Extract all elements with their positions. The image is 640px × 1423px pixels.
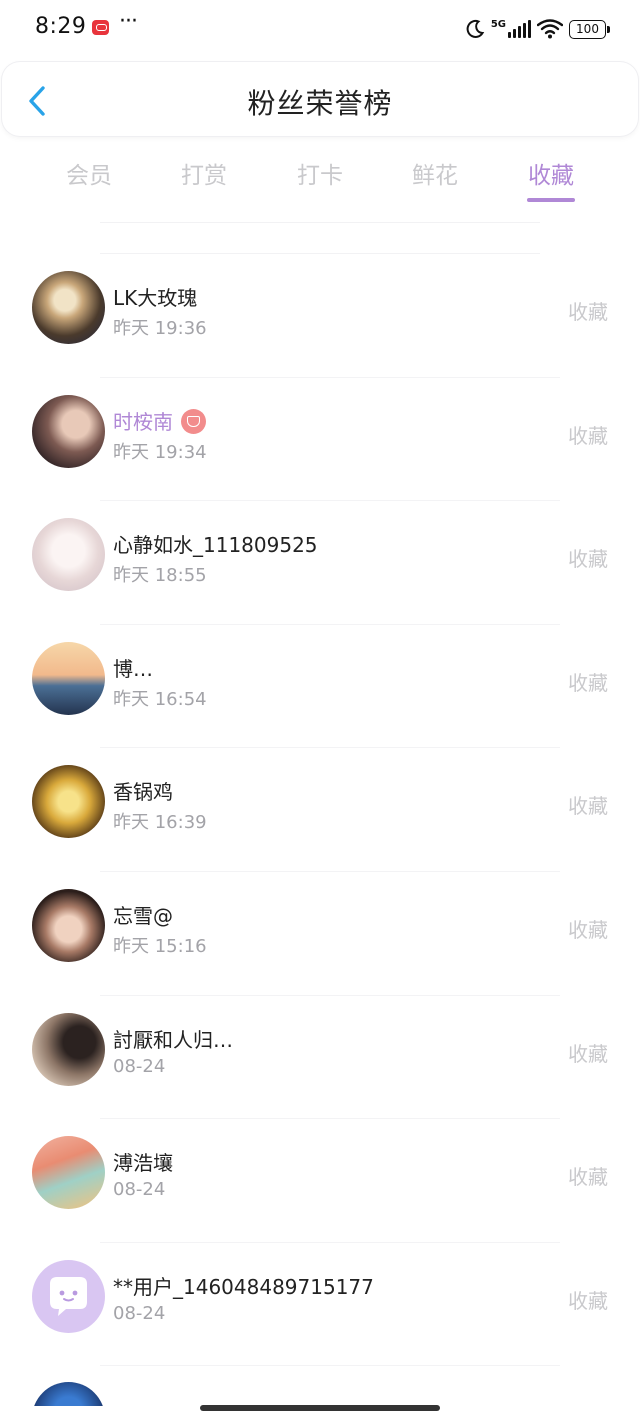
timestamp: 08-24 bbox=[113, 1055, 166, 1077]
chat-bubble-icon bbox=[50, 1276, 87, 1316]
chat-bubble-avatar-icon[interactable] bbox=[32, 1259, 105, 1333]
username: 心静如水_111809525 bbox=[113, 533, 318, 558]
avatar[interactable] bbox=[32, 1382, 105, 1407]
list-item[interactable]: 香锅鸡 昨天 16:39 收藏 bbox=[0, 748, 640, 872]
signal-icon bbox=[508, 20, 531, 38]
tab-checkin[interactable]: 打卡 bbox=[285, 148, 355, 204]
list-item[interactable]: 忘雪@ 昨天 15:16 收藏 bbox=[0, 872, 640, 996]
list-item[interactable]: 心静如水_111809525 昨天 18:55 收藏 bbox=[0, 501, 640, 625]
username: 溥浩壤 bbox=[113, 1151, 173, 1176]
moon-icon bbox=[466, 19, 485, 38]
tab-rewards[interactable]: 打赏 bbox=[169, 148, 239, 204]
more-notifications-indicator: ··· bbox=[119, 9, 138, 34]
active-tab-indicator bbox=[527, 198, 575, 202]
timestamp: 昨天 16:54 bbox=[113, 688, 207, 710]
page-title: 粉丝荣誉榜 bbox=[247, 87, 393, 120]
timestamp: 昨天 16:39 bbox=[113, 812, 207, 834]
action-label: 收藏 bbox=[568, 547, 608, 572]
home-indicator[interactable] bbox=[200, 1405, 440, 1411]
battery-icon: 100 bbox=[569, 19, 610, 39]
app-notification-icon bbox=[92, 20, 109, 35]
action-label: 收藏 bbox=[568, 1041, 608, 1066]
timestamp: 昨天 18:55 bbox=[113, 565, 207, 587]
tab-favorites[interactable]: 收藏 bbox=[516, 148, 586, 204]
action-label: 收藏 bbox=[568, 1288, 608, 1313]
page-header: 粉丝荣誉榜 bbox=[2, 62, 638, 136]
list-item-partial[interactable] bbox=[0, 1366, 640, 1407]
tab-bar: 会员 打赏 打卡 鲜花 收藏 bbox=[32, 148, 608, 204]
action-label: 收藏 bbox=[568, 670, 608, 695]
timestamp: 08-24 bbox=[113, 1302, 166, 1324]
avatar[interactable] bbox=[32, 1136, 105, 1210]
avatar[interactable] bbox=[32, 394, 105, 468]
avatar[interactable] bbox=[32, 518, 105, 592]
network-type: 5G bbox=[490, 18, 506, 30]
timestamp: 昨天 15:16 bbox=[113, 935, 207, 957]
username: 博… bbox=[113, 656, 153, 681]
diamond-badge-icon bbox=[181, 408, 206, 434]
avatar[interactable] bbox=[32, 888, 105, 962]
username: **用户_146048489715177 bbox=[113, 1274, 374, 1299]
status-bar: 8:29 ··· 5G 100 bbox=[0, 0, 640, 58]
username: 时桉南 bbox=[113, 406, 206, 435]
tab-label: 打卡 bbox=[297, 163, 343, 189]
action-label: 收藏 bbox=[568, 794, 608, 819]
timestamp: 昨天 19:36 bbox=[113, 318, 207, 339]
action-label: 收藏 bbox=[568, 1165, 608, 1190]
list-item[interactable]: 討厭和人归… 08-24 收藏 bbox=[0, 996, 640, 1120]
tab-label: 鲜花 bbox=[412, 163, 458, 189]
timestamp: 08-24 bbox=[113, 1179, 166, 1201]
favorites-list: LK大玫瑰 昨天 19:36 收藏 时桉南 昨天 19:34 收藏 心静如水_1… bbox=[0, 254, 640, 1407]
avatar[interactable] bbox=[32, 1012, 105, 1086]
list-item[interactable]: 时桉南 昨天 19:34 收藏 bbox=[0, 378, 640, 502]
tab-label: 打赏 bbox=[181, 163, 227, 189]
tab-label: 会员 bbox=[66, 163, 112, 189]
tab-flowers[interactable]: 鲜花 bbox=[400, 148, 470, 204]
username: 香锅鸡 bbox=[113, 780, 173, 805]
status-time: 8:29 bbox=[35, 14, 87, 39]
username-text: 时桉南 bbox=[113, 409, 173, 434]
avatar[interactable] bbox=[32, 641, 105, 715]
username: LK大玫瑰 bbox=[113, 286, 198, 310]
avatar[interactable] bbox=[32, 765, 105, 839]
list-item[interactable]: **用户_146048489715177 08-24 收藏 bbox=[0, 1243, 640, 1367]
username: 討厭和人归… bbox=[113, 1027, 233, 1052]
list-item[interactable]: LK大玫瑰 昨天 19:36 收藏 bbox=[0, 254, 640, 378]
timestamp: 昨天 19:34 bbox=[113, 441, 207, 463]
username: 忘雪@ bbox=[113, 903, 173, 928]
list-item[interactable]: 博… 昨天 16:54 收藏 bbox=[0, 625, 640, 749]
list-item[interactable]: 溥浩壤 08-24 收藏 bbox=[0, 1119, 640, 1243]
action-label: 收藏 bbox=[568, 300, 608, 324]
wifi-icon bbox=[537, 19, 563, 39]
action-label: 收藏 bbox=[568, 423, 608, 448]
avatar[interactable] bbox=[32, 271, 105, 344]
action-label: 收藏 bbox=[568, 917, 608, 942]
tab-members[interactable]: 会员 bbox=[54, 148, 124, 204]
status-icons: 5G 100 bbox=[465, 16, 610, 42]
tab-label: 收藏 bbox=[528, 163, 574, 189]
divider bbox=[100, 222, 540, 223]
